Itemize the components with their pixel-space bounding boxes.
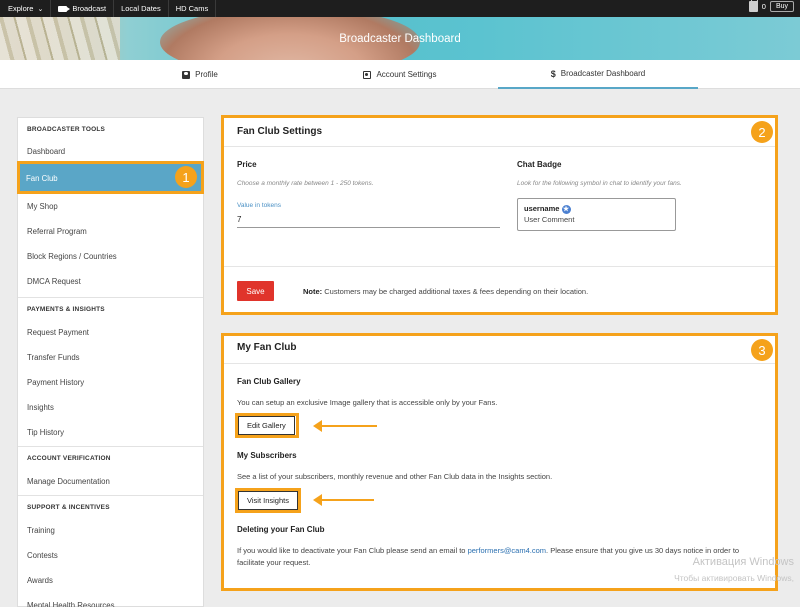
token-area: 0 Buy [748, 0, 794, 12]
fan-star-icon: ★ [561, 204, 571, 214]
token-count: 0 [761, 2, 766, 11]
sidebar-item-awards[interactable]: Awards [18, 568, 203, 593]
save-button[interactable]: Save [237, 281, 274, 301]
price-input-value: 7 [237, 215, 242, 224]
chat-badge-hint: Look for the following symbol in chat to… [517, 180, 682, 187]
hd-cams-label: HD Cams [175, 4, 209, 13]
sidebar-item-payment-history[interactable]: Payment History [18, 370, 203, 395]
divider [222, 266, 776, 267]
tab-profile-label: Profile [195, 70, 218, 79]
arrow-left-icon [313, 494, 374, 506]
account-tabs: Profile Account Settings $ Broadcaster D… [0, 60, 800, 89]
dashboard-banner: Broadcaster Dashboard [0, 17, 800, 60]
windows-activation-watermark: Активация Windows [692, 556, 794, 568]
gallery-text: You can setup an exclusive Image gallery… [237, 398, 498, 407]
sidebar-item-request-payment[interactable]: Request Payment [18, 320, 203, 345]
top-nav: Explore ⌄ Broadcast Local Dates HD Cams … [0, 0, 800, 17]
delete-text-part1: If you would like to deactivate your Fan… [237, 546, 466, 555]
value-label: Value in tokens [237, 202, 281, 209]
sidebar-item-tip-history[interactable]: Tip History [18, 420, 203, 445]
hd-cams-link[interactable]: HD Cams [169, 0, 217, 17]
local-dates-label: Local Dates [121, 4, 161, 13]
preview-comment: User Comment [524, 214, 575, 224]
sidebar-section-title: SUPPORT & INCENTIVES [18, 495, 203, 518]
broadcast-label: Broadcast [72, 4, 107, 13]
tab-account-settings[interactable]: Account Settings [340, 60, 460, 89]
delete-text: If you would like to deactivate your Fan… [237, 545, 767, 569]
edit-gallery-button[interactable]: Edit Gallery [238, 416, 295, 435]
tab-account-settings-label: Account Settings [376, 70, 437, 79]
preview-username: username [524, 204, 560, 213]
chat-badge-preview: username ★ User Comment [517, 198, 676, 231]
delete-title: Deleting your Fan Club [237, 525, 325, 534]
panel-title: Fan Club Settings [237, 126, 322, 137]
callout-badge-3: 3 [751, 339, 773, 361]
sidebar-item-mental-health[interactable]: Mental Health Resources [18, 593, 203, 607]
arrow-left-icon [313, 420, 377, 432]
callout-badge-1: 1 [175, 166, 197, 188]
tab-broadcaster-dashboard-label: Broadcaster Dashboard [560, 69, 646, 78]
tab-broadcaster-dashboard[interactable]: $ Broadcaster Dashboard [498, 60, 698, 89]
sidebar-section-title: ACCOUNT VERIFICATION [18, 446, 203, 469]
panel-title: My Fan Club [237, 342, 297, 353]
sidebar-item-training[interactable]: Training [18, 518, 203, 543]
sidebar-item-block-regions[interactable]: Block Regions / Countries [18, 244, 203, 269]
windows-activation-watermark-sub: Чтобы активировать Windows, [674, 573, 794, 583]
dollar-icon: $ [550, 68, 556, 79]
sidebar-item-referral-program[interactable]: Referral Program [18, 219, 203, 244]
profile-icon [182, 70, 191, 79]
fees-note: Note: Customers may be charged additiona… [303, 287, 588, 296]
divider [222, 363, 776, 364]
chat-badge-label: Chat Badge [517, 160, 562, 169]
divider [222, 146, 776, 147]
price-label: Price [237, 160, 257, 169]
sidebar-item-insights[interactable]: Insights [18, 395, 203, 420]
sidebar-item-transfer-funds[interactable]: Transfer Funds [18, 345, 203, 370]
sidebar-item-my-shop[interactable]: My Shop [18, 194, 203, 219]
banner-title: Broadcaster Dashboard [339, 32, 461, 45]
delete-text-part2: . Please ensure that you give us 30 days… [546, 546, 731, 555]
sidebar-item-dmca-request[interactable]: DMCA Request [18, 269, 203, 294]
local-dates-link[interactable]: Local Dates [114, 0, 169, 17]
explore-label: Explore [8, 4, 34, 13]
note-label: Note: [303, 287, 323, 296]
broadcast-link[interactable]: Broadcast [51, 0, 115, 17]
sidebar-section-title: PAYMENTS & INSIGHTS [18, 297, 203, 320]
support-email-link[interactable]: performers@cam4.com [468, 546, 546, 555]
sidebar-item-contests[interactable]: Contests [18, 543, 203, 568]
note-text: Customers may be charged additional taxe… [324, 287, 589, 296]
preview-username-row: username ★ [524, 204, 669, 214]
settings-icon [363, 70, 372, 79]
sidebar: BROADCASTER TOOLS Dashboard Fan Club My … [17, 117, 204, 607]
bag-icon [748, 0, 758, 12]
sidebar-item-manage-documentation[interactable]: Manage Documentation [18, 469, 203, 494]
price-hint: Choose a monthly rate between 1 - 250 to… [237, 180, 374, 187]
tab-profile[interactable]: Profile [150, 60, 250, 89]
subscribers-text: See a list of your subscribers, monthly … [237, 472, 553, 481]
visit-insights-button[interactable]: Visit Insights [238, 491, 298, 510]
callout-badge-2: 2 [751, 121, 773, 143]
gallery-title: Fan Club Gallery [237, 377, 301, 386]
fan-club-settings-panel: Fan Club Settings Price Choose a monthly… [222, 117, 776, 314]
price-input[interactable]: 7 [237, 211, 500, 228]
camera-icon [58, 5, 71, 12]
explore-menu[interactable]: Explore ⌄ [0, 0, 52, 17]
subscribers-title: My Subscribers [237, 451, 297, 460]
buy-button[interactable]: Buy [769, 1, 794, 12]
my-fan-club-panel: My Fan Club Fan Club Gallery You can set… [222, 334, 776, 589]
chevron-down-icon: ⌄ [37, 5, 44, 13]
sidebar-section-title: BROADCASTER TOOLS [27, 126, 106, 133]
sidebar-item-dashboard[interactable]: Dashboard [18, 141, 203, 162]
